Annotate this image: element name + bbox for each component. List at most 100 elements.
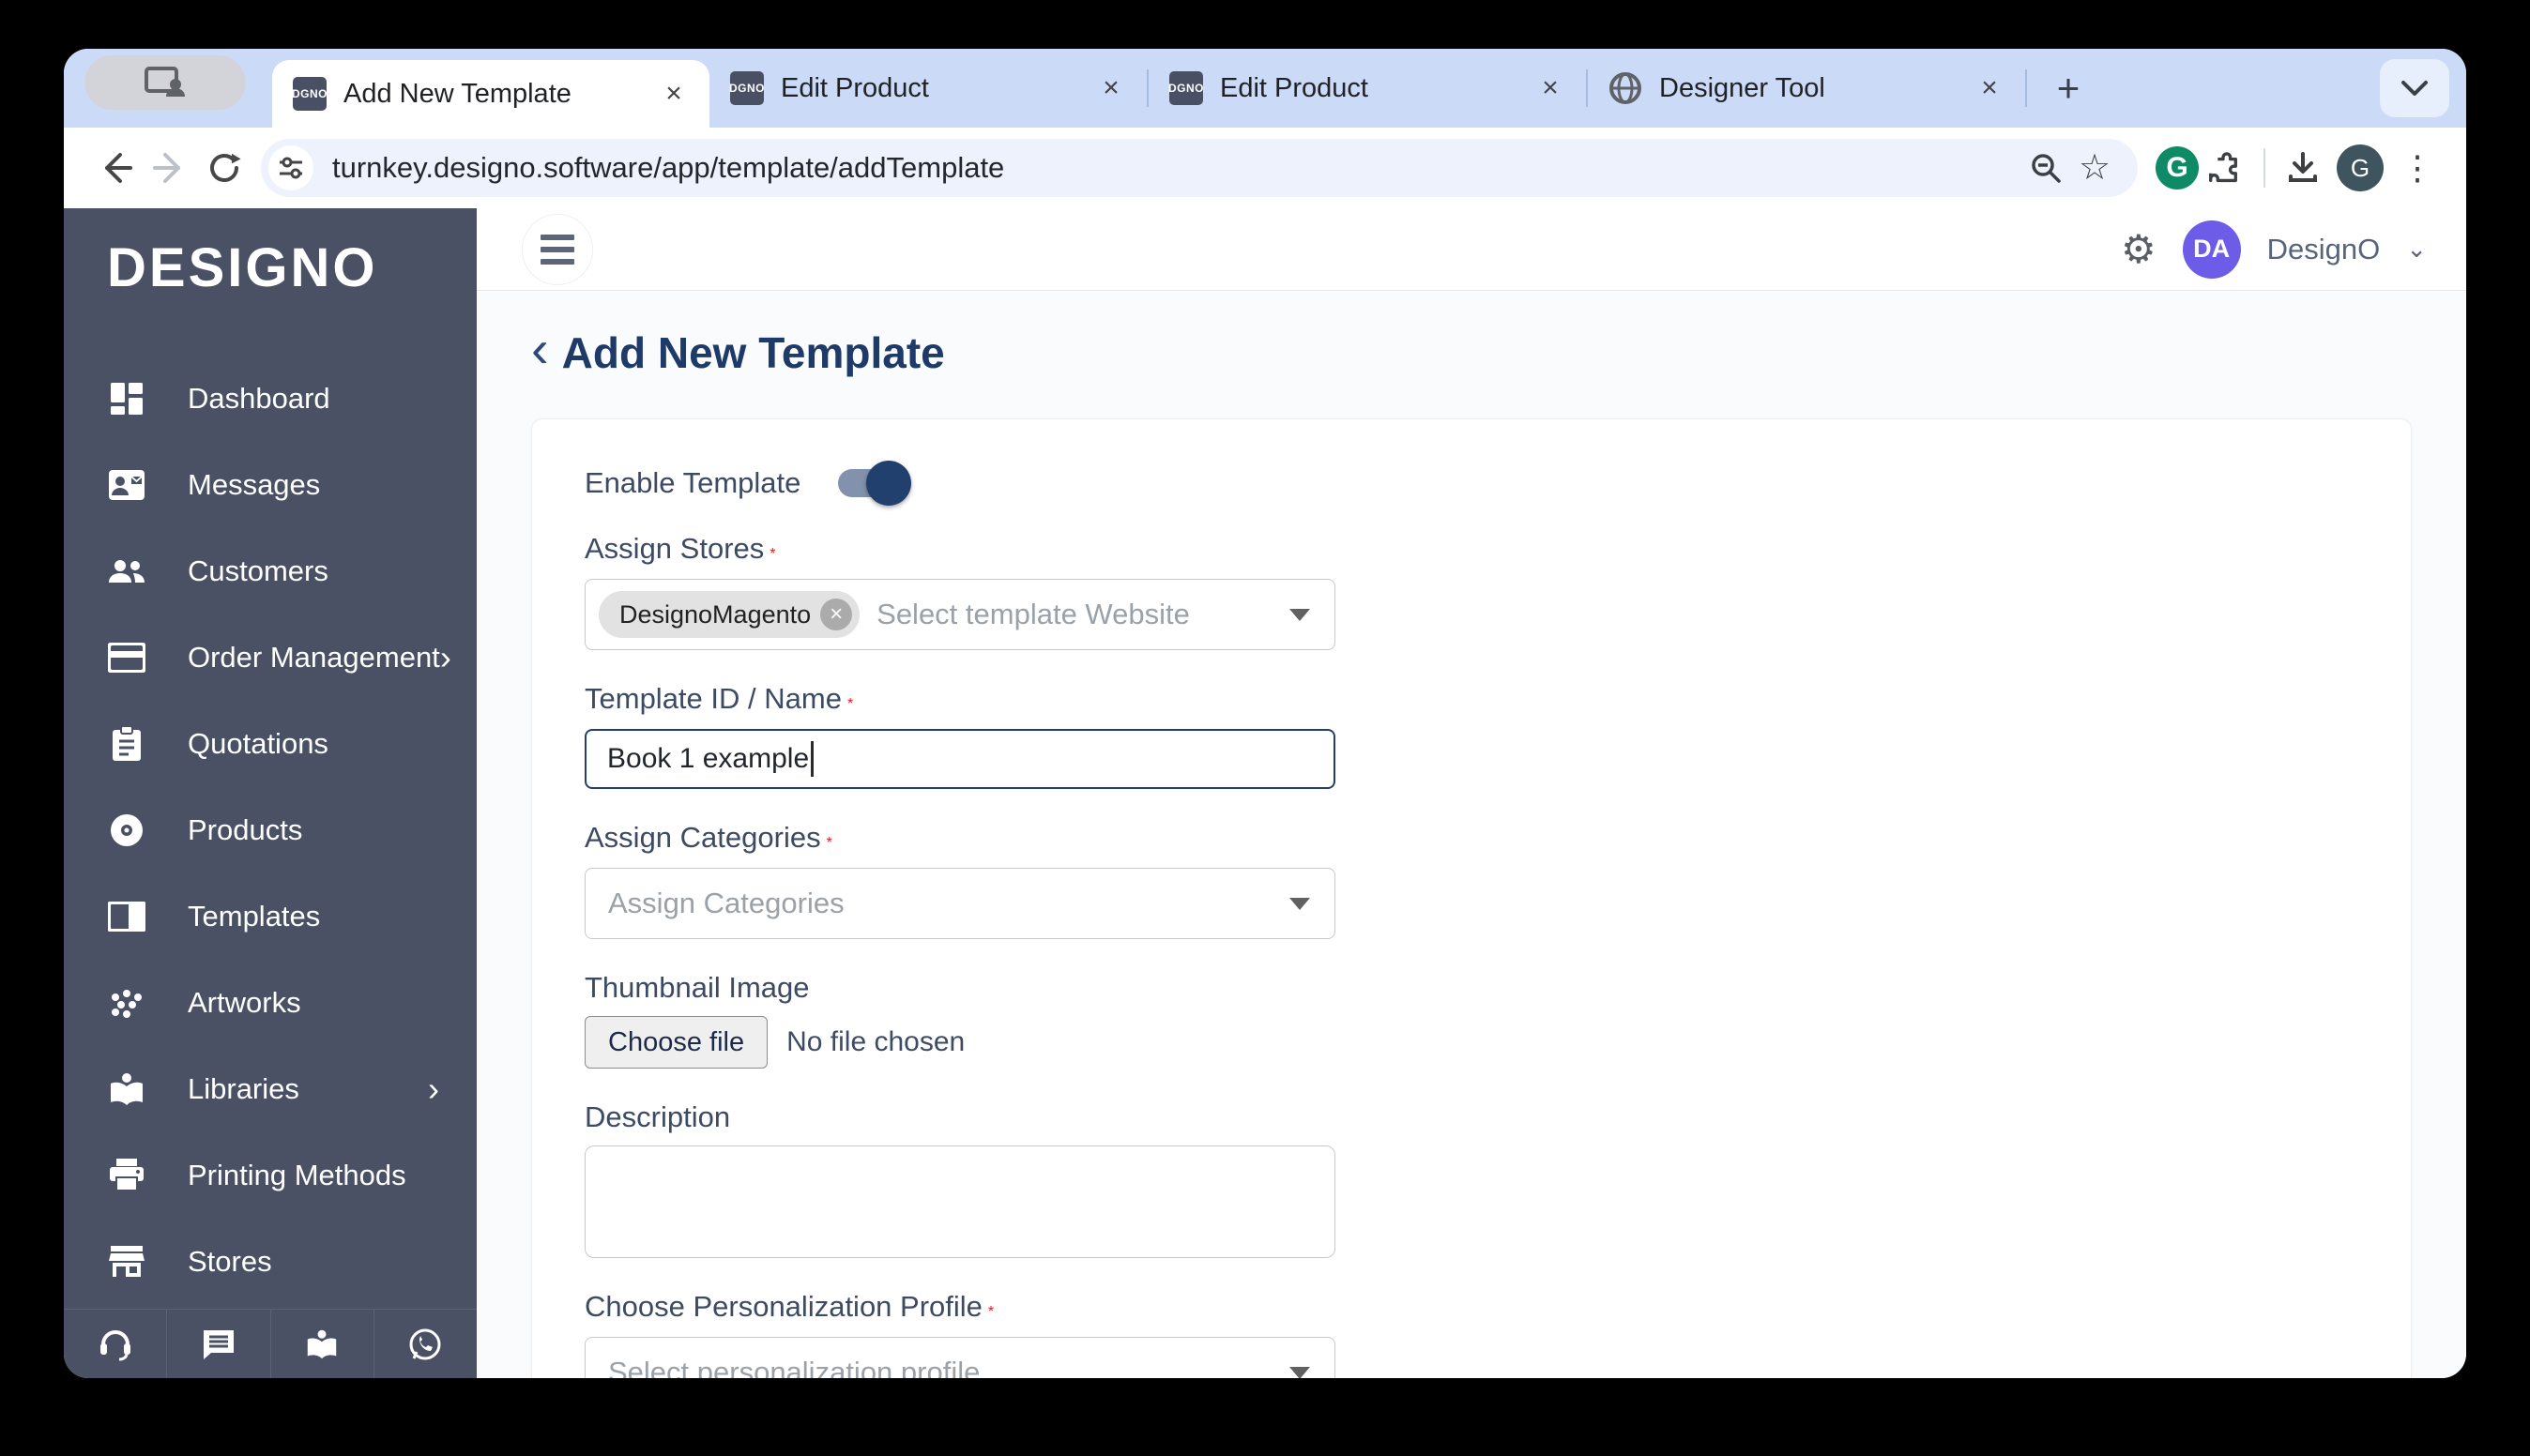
assign-categories-select[interactable]: Assign Categories	[585, 868, 1335, 939]
tab-edit-product-2[interactable]: DGNO Edit Product ×	[1149, 49, 1586, 128]
sidebar: DESIGNO Dashboard Messages Customers Ord…	[64, 208, 477, 1378]
printer-icon	[107, 1156, 146, 1195]
tab-add-new-template[interactable]: DGNO Add New Template ×	[272, 60, 709, 128]
template-id-label: Template ID / Name	[585, 682, 842, 715]
personalization-profile-label: Choose Personalization Profile	[585, 1290, 983, 1323]
dgno-favicon: DGNO	[1168, 71, 1204, 105]
sidebar-item-printing-methods[interactable]: Printing Methods	[64, 1132, 477, 1219]
description-label: Description	[585, 1100, 731, 1133]
site-settings-chip[interactable]	[268, 145, 313, 190]
enable-template-label: Enable Template	[585, 466, 801, 499]
assign-stores-select[interactable]: DesignoMagento × Select template Website	[585, 579, 1335, 650]
sidebar-footer	[64, 1309, 477, 1378]
knowledge-base-button[interactable]	[271, 1310, 374, 1378]
personalization-placeholder: Select personalization profile	[608, 1356, 981, 1378]
tune-icon	[277, 154, 305, 182]
bookmark-star-icon[interactable]: ☆	[2070, 144, 2119, 192]
browser-profile-avatar[interactable]: G	[2337, 144, 2384, 191]
account-chevron-down-icon[interactable]: ⌄	[2406, 235, 2427, 264]
assign-categories-label: Assign Categories	[585, 821, 821, 854]
account-name[interactable]: DesignO	[2267, 233, 2381, 266]
store-chip: DesignoMagento ×	[599, 591, 861, 638]
thumbnail-image-label: Thumbnail Image	[585, 971, 810, 1004]
tab-title: Edit Product	[781, 72, 929, 103]
tab-preview-pill[interactable]	[84, 54, 246, 110]
library-icon	[107, 1069, 146, 1109]
chip-remove-icon[interactable]: ×	[820, 599, 853, 630]
tab-close-icon[interactable]: ×	[1971, 69, 2008, 107]
assign-categories-placeholder: Assign Categories	[608, 887, 845, 919]
tab-title: Edit Product	[1220, 72, 1368, 103]
zoom-out-icon[interactable]	[2021, 144, 2070, 192]
address-bar[interactable]: turnkey.designo.software/app/template/ad…	[261, 139, 2138, 197]
choose-file-button[interactable]: Choose file	[585, 1016, 769, 1069]
sidebar-item-messages[interactable]: Messages	[64, 442, 477, 528]
url-text[interactable]: turnkey.designo.software/app/template/ad…	[332, 151, 2021, 185]
grammarly-extension-icon[interactable]: G	[2153, 144, 2202, 192]
storefront-icon	[107, 1242, 146, 1282]
description-textarea[interactable]	[585, 1145, 1335, 1258]
app-header: ⚙ DA DesignO ⌄	[477, 208, 2466, 291]
downloads-icon[interactable]	[2279, 144, 2327, 192]
assign-stores-placeholder: Select template Website	[876, 598, 1190, 630]
required-asterisk: *	[826, 835, 832, 851]
tab-search-button[interactable]	[2380, 59, 2449, 117]
personalization-profile-select[interactable]: Select personalization profile	[585, 1337, 1335, 1378]
tab-edit-product-1[interactable]: DGNO Edit Product ×	[709, 49, 1147, 128]
toolbar-separator	[2263, 148, 2265, 188]
clipboard-icon	[107, 724, 146, 764]
back-chevron-icon[interactable]: ‹	[531, 323, 549, 383]
app-logo: DESIGNO	[107, 237, 378, 298]
contact-mail-icon	[107, 465, 146, 505]
extensions-puzzle-icon[interactable]	[2202, 144, 2250, 192]
dropdown-caret-icon[interactable]	[1289, 608, 1310, 621]
dgno-favicon: DGNO	[292, 77, 328, 111]
sidebar-item-artworks[interactable]: Artworks	[64, 960, 477, 1046]
back-button[interactable]	[88, 141, 143, 195]
disc-icon	[107, 811, 146, 850]
web-asset-icon	[107, 897, 146, 936]
credit-card-icon	[107, 638, 146, 677]
tab-close-icon[interactable]: ×	[1092, 69, 1130, 107]
sidebar-item-templates[interactable]: Templates	[64, 873, 477, 960]
form-card: Enable Template Assign Stores * DesignoMa…	[531, 418, 2412, 1378]
browser-toolbar: turnkey.designo.software/app/template/ad…	[64, 128, 2466, 208]
dropdown-caret-icon[interactable]	[1289, 897, 1310, 910]
required-asterisk: *	[846, 696, 854, 712]
grain-dots-icon	[107, 983, 146, 1023]
sidebar-menu: Dashboard Messages Customers Order Manag…	[64, 356, 477, 1309]
sidebar-item-libraries[interactable]: Libraries ›	[64, 1046, 477, 1132]
dgno-favicon: DGNO	[729, 71, 765, 105]
sidebar-item-dashboard[interactable]: Dashboard	[64, 356, 477, 442]
text-cursor	[811, 741, 815, 777]
sidebar-item-customers[interactable]: Customers	[64, 528, 477, 614]
sidebar-item-products[interactable]: Products	[64, 787, 477, 873]
sidebar-item-order-management[interactable]: Order Management ›	[64, 614, 477, 701]
tab-strip: DGNO Add New Template × DGNO Edit Produc…	[64, 49, 2466, 128]
template-name-input[interactable]: Book 1 example	[585, 729, 1335, 789]
sidebar-item-quotations[interactable]: Quotations	[64, 701, 477, 787]
hamburger-menu-button[interactable]	[522, 213, 593, 285]
settings-gear-icon[interactable]: ⚙	[2121, 229, 2157, 269]
globe-icon	[1608, 71, 1642, 105]
whatsapp-button[interactable]	[374, 1310, 477, 1378]
user-avatar[interactable]: DA	[2182, 220, 2241, 279]
tab-designer-tool[interactable]: Designer Tool ×	[1588, 49, 2025, 128]
page-title: Add New Template	[561, 328, 945, 377]
new-tab-button[interactable]: +	[2040, 60, 2096, 116]
enable-template-toggle[interactable]	[838, 461, 912, 506]
reload-button[interactable]	[197, 141, 251, 195]
chevron-down-icon	[2400, 80, 2429, 97]
required-asterisk: *	[987, 1304, 995, 1320]
tab-close-icon[interactable]: ×	[1532, 69, 1569, 107]
no-file-chosen-text: No file chosen	[786, 1026, 966, 1057]
support-headset-button[interactable]	[64, 1310, 168, 1378]
chat-button[interactable]	[167, 1310, 271, 1378]
browser-menu-icon[interactable]: ⋮	[2393, 144, 2442, 192]
dropdown-caret-icon[interactable]	[1289, 1366, 1310, 1378]
chevron-right-icon: ›	[439, 638, 451, 676]
tab-close-icon[interactable]: ×	[655, 75, 693, 113]
sidebar-item-stores[interactable]: Stores	[64, 1219, 477, 1305]
forward-button[interactable]	[143, 141, 197, 195]
chevron-right-icon: ›	[428, 1069, 439, 1108]
